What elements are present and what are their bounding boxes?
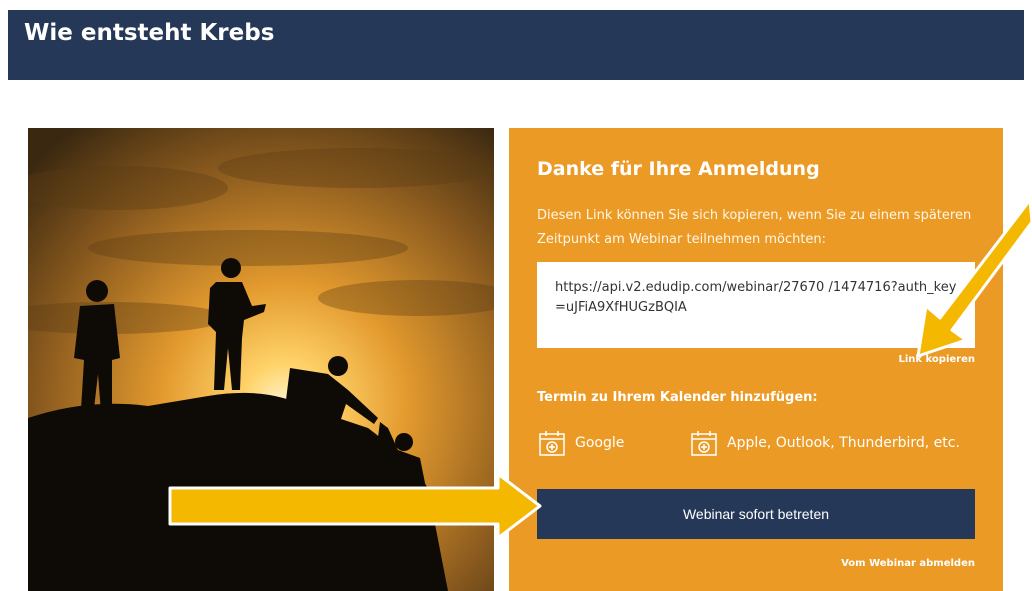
join-webinar-button[interactable]: Webinar sofort betreten [537, 489, 975, 539]
copy-link-button[interactable]: Link kopieren [898, 354, 975, 365]
calendar-option-google[interactable]: Google [537, 428, 624, 458]
calendar-option-label: Apple, Outlook, Thunderbird, etc. [727, 435, 960, 451]
panel-title: Danke für Ihre Anmeldung [537, 158, 820, 180]
page-header: Wie entsteht Krebs [8, 10, 1024, 80]
unsubscribe-link[interactable]: Vom Webinar abmelden [841, 558, 975, 569]
calendar-add-icon [537, 428, 567, 458]
webinar-link-field[interactable]: https://api.v2.edudip.com/webinar/27670 … [537, 262, 975, 348]
panel-description: Diesen Link können Sie sich kopieren, we… [537, 208, 972, 247]
page-title: Wie entsteht Krebs [24, 20, 275, 46]
registration-panel: Danke für Ihre Anmeldung Diesen Link kön… [509, 128, 1003, 591]
calendar-option-apple-outlook[interactable]: Apple, Outlook, Thunderbird, etc. [689, 428, 960, 458]
hikers-sunset-image [28, 128, 494, 591]
calendar-option-label: Google [575, 435, 625, 451]
calendar-title: Termin zu Ihrem Kalender hinzufügen: [537, 390, 818, 405]
calendar-add-icon [689, 428, 719, 458]
